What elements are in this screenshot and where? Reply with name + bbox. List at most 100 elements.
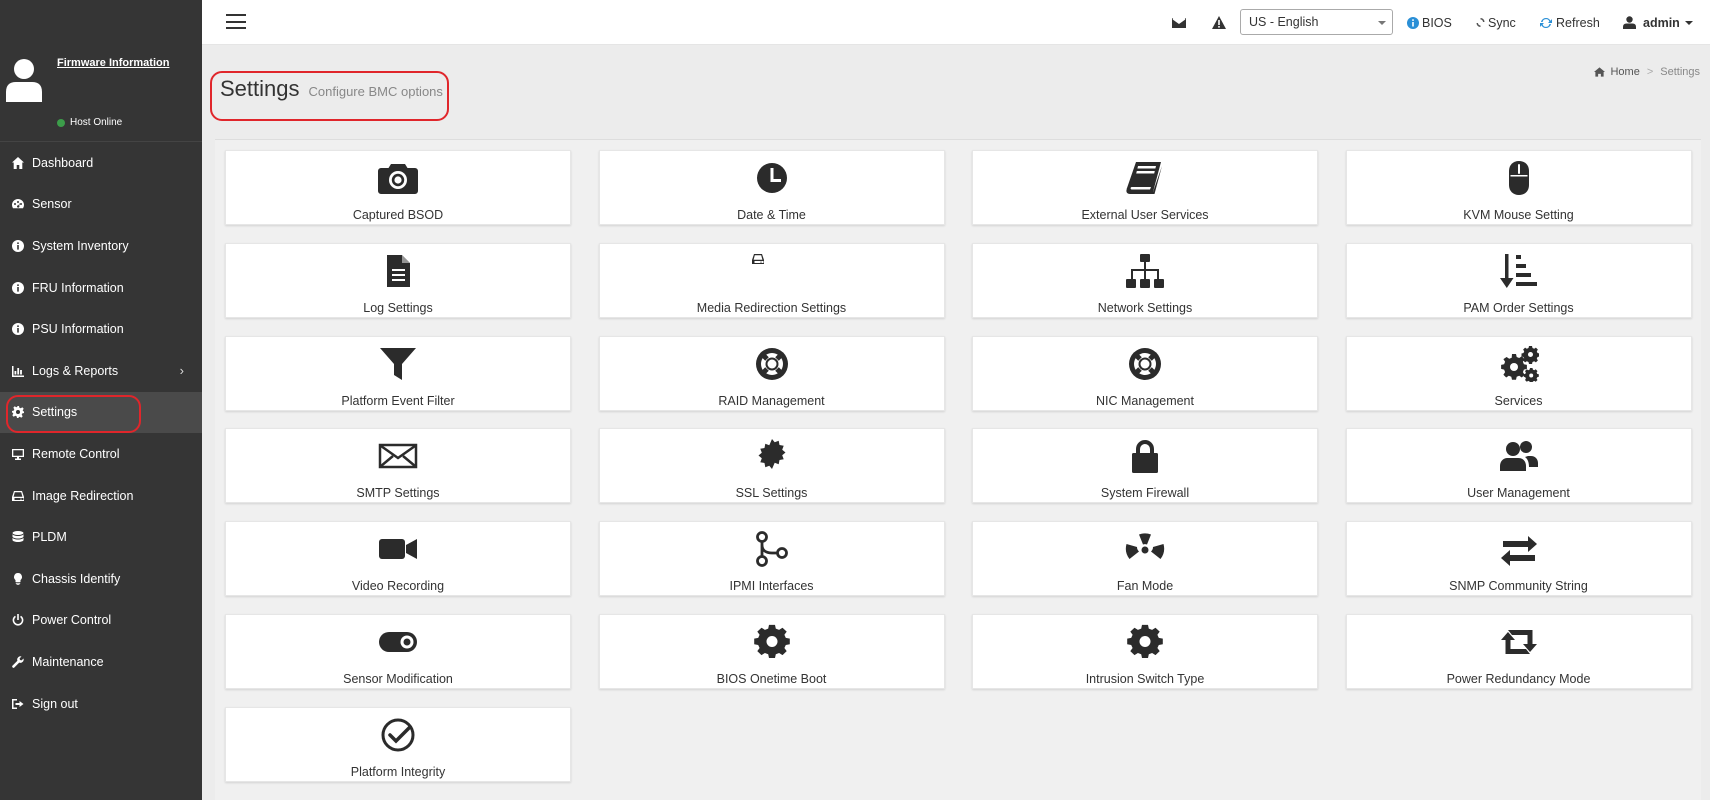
sidebar-item-sensor[interactable]: Sensor [0, 184, 202, 226]
sidebar-item-image-redirection[interactable]: Image Redirection [0, 475, 202, 517]
gear-icon [11, 406, 24, 419]
tile-label: SMTP Settings [356, 486, 440, 501]
sidebar-item-label: PLDM [32, 530, 67, 545]
breadcrumb-current: Settings [1660, 66, 1700, 78]
life-ring-icon [600, 345, 944, 383]
tile-bios-onetime-boot[interactable]: BIOS Onetime Boot [598, 614, 945, 689]
page-subtitle: Configure BMC options [308, 84, 443, 99]
tile-network-settings[interactable]: Network Settings [972, 242, 1318, 318]
power-icon [11, 614, 24, 627]
sidebar-item-pldm[interactable]: PLDM [0, 516, 202, 558]
home-icon [11, 156, 24, 169]
tile-external-user-services[interactable]: External User Services [972, 150, 1318, 225]
tile-user-management[interactable]: User Management [1345, 428, 1692, 504]
warning-icon[interactable] [1212, 0, 1226, 45]
tile-ssl-settings[interactable]: SSL Settings [598, 428, 945, 504]
check-circle-icon [226, 716, 570, 754]
tile-video-recording[interactable]: Video Recording [225, 521, 571, 597]
sidebar-item-maintenance[interactable]: Maintenance [0, 641, 202, 683]
sidebar-item-system-inventory[interactable]: System Inventory [0, 225, 202, 267]
refresh-button[interactable]: Refresh [1540, 0, 1600, 45]
breadcrumb: Home > Settings [1594, 66, 1700, 78]
host-status-label: Host Online [70, 117, 123, 128]
sidebar-item-power-control[interactable]: Power Control [0, 600, 202, 642]
bios-button[interactable]: BIOS [1407, 0, 1452, 45]
tile-label: Captured BSOD [352, 208, 444, 222]
tile-label: SNMP Community String [1449, 579, 1588, 594]
sync-icon [1476, 18, 1485, 27]
tile-label: PAM Order Settings [1463, 300, 1574, 315]
tile-label: Media Redirection Settings [696, 300, 847, 315]
tile-date-time[interactable]: Date & Time [598, 150, 945, 225]
radiation-icon [973, 530, 1317, 568]
filter-icon [226, 345, 570, 383]
tile-kvm-mouse-setting[interactable]: KVM Mouse Setting [1345, 150, 1692, 225]
tile-ipmi-interfaces[interactable]: IPMI Interfaces [598, 521, 945, 597]
tile-label: Platform Integrity [350, 764, 446, 779]
tile-sensor-modification[interactable]: Sensor Modification [225, 614, 571, 689]
tile-label: Fan Mode [1116, 579, 1174, 594]
tile-platform-event-filter[interactable]: Platform Event Filter [225, 335, 571, 411]
user-icon [1623, 16, 1636, 29]
sidebar-item-label: Sensor [32, 197, 72, 212]
info-icon [11, 281, 24, 294]
tile-label: Sensor Modification [343, 672, 453, 686]
refresh-icon [1540, 17, 1552, 28]
sidebar-item-settings[interactable]: Settings [0, 391, 202, 434]
certificate-icon [600, 437, 944, 475]
monitor-icon [11, 447, 24, 460]
wrench-icon [11, 655, 24, 668]
envelope-icon[interactable] [1172, 0, 1186, 45]
sidebar-item-label: Settings [32, 405, 78, 420]
tile-smtp-settings[interactable]: SMTP Settings [225, 428, 571, 504]
sidebar-item-fru-information[interactable]: FRU Information [0, 267, 202, 309]
sync-button[interactable]: Sync [1476, 0, 1516, 45]
tile-snmp-community-string[interactable]: SNMP Community String [1345, 521, 1692, 597]
sidebar-item-dashboard[interactable]: Dashboard [0, 142, 202, 184]
bios-label: BIOS [1422, 15, 1452, 30]
gears-icon [1347, 345, 1691, 383]
tile-fan-mode[interactable]: Fan Mode [972, 521, 1318, 597]
tile-media-redirection-settings[interactable]: Media Redirection Settings [598, 242, 945, 318]
sidebar-item-psu-information[interactable]: PSU Information [0, 308, 202, 350]
chevron-down-icon [1378, 21, 1386, 25]
tile-label: RAID Management [718, 393, 825, 408]
home-icon [1594, 67, 1606, 77]
tile-system-firewall[interactable]: System Firewall [972, 428, 1318, 504]
sign-out-icon [11, 697, 24, 710]
hdd-icon [600, 252, 944, 290]
info-circle-icon [1407, 16, 1419, 29]
sidebar-item-chassis-identify[interactable]: Chassis Identify [0, 558, 202, 600]
firmware-information-link[interactable]: Firmware Information [57, 57, 169, 69]
user-avatar-icon [6, 59, 42, 102]
sidebar-item-logs-reports[interactable]: Logs & Reports › [0, 350, 202, 392]
tile-label: NIC Management [1096, 393, 1194, 408]
breadcrumb-home[interactable]: Home [1610, 66, 1639, 78]
menu-toggle-icon[interactable] [226, 14, 246, 29]
envelope-icon [226, 437, 570, 475]
tile-nic-management[interactable]: NIC Management [972, 335, 1318, 411]
tile-services[interactable]: Services [1345, 335, 1692, 411]
sidebar-item-label: Sign out [32, 696, 78, 711]
sidebar-item-remote-control[interactable]: Remote Control [0, 433, 202, 475]
tile-platform-integrity[interactable]: Platform Integrity [225, 706, 571, 782]
tile-intrusion-switch-type[interactable]: Intrusion Switch Type [972, 614, 1318, 689]
language-select[interactable]: US - English [1240, 9, 1393, 35]
tile-label: Date & Time [737, 208, 806, 222]
tile-log-settings[interactable]: Log Settings [225, 242, 571, 318]
exchange-icon [1347, 530, 1691, 568]
tile-label: KVM Mouse Setting [1463, 208, 1574, 222]
host-online-dot [57, 118, 65, 127]
tile-raid-management[interactable]: RAID Management [598, 335, 945, 411]
user-menu[interactable]: admin [1623, 0, 1693, 45]
camera-icon [226, 159, 570, 197]
retweet-icon [1347, 623, 1691, 661]
tile-captured-bsod[interactable]: Captured BSOD [225, 150, 571, 225]
tile-pam-order-settings[interactable]: PAM Order Settings [1345, 242, 1692, 318]
tile-power-redundancy-mode[interactable]: Power Redundancy Mode [1345, 614, 1692, 689]
sidebar-item-label: Chassis Identify [32, 571, 121, 586]
sidebar-item-label: Image Redirection [32, 488, 134, 503]
sidebar-item-sign-out[interactable]: Sign out [0, 683, 202, 725]
bar-chart-icon [11, 364, 24, 377]
sitemap-icon [973, 252, 1317, 290]
